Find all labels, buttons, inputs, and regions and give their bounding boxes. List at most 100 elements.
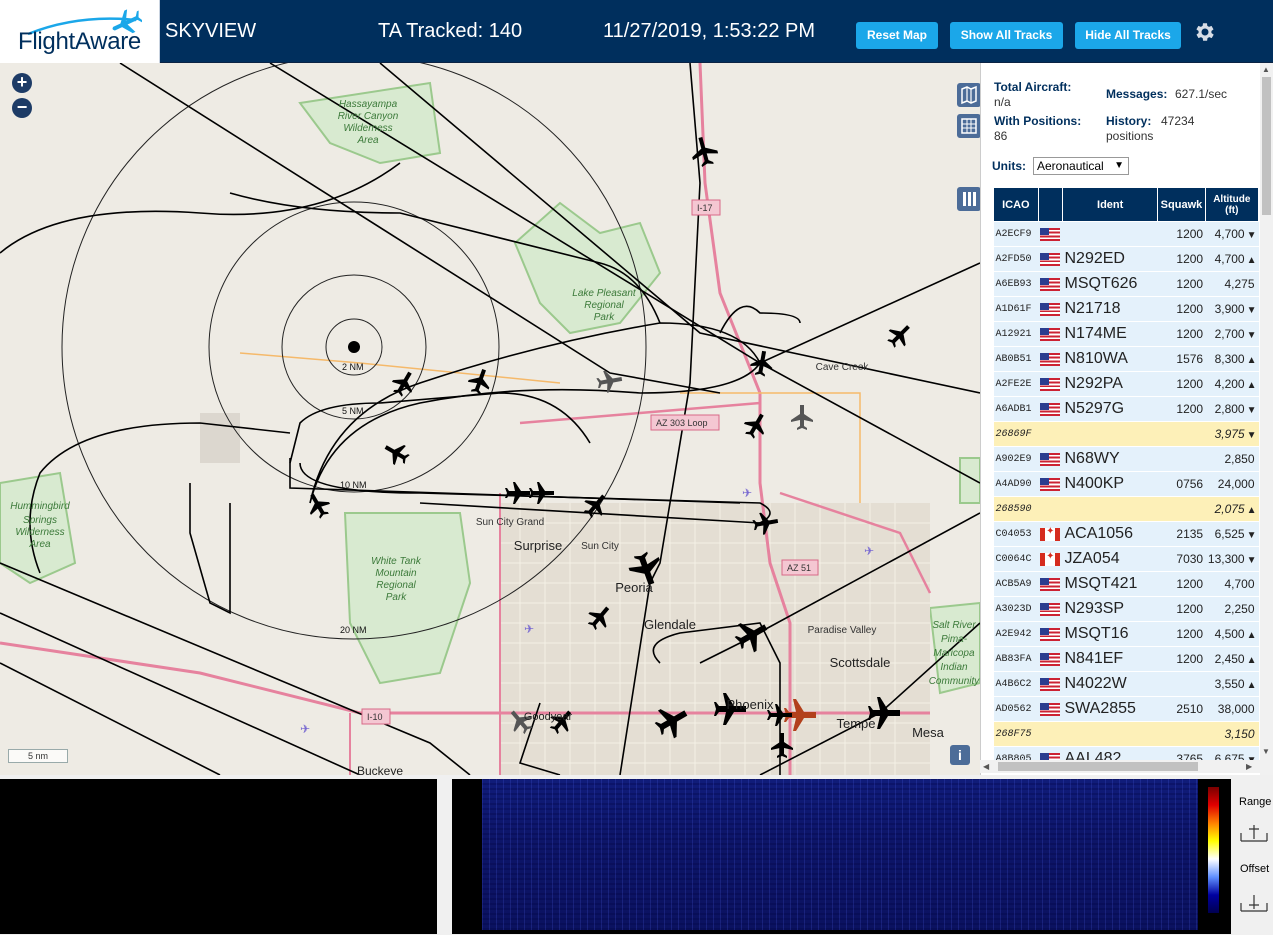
table-row[interactable]: A2E942 MSQT16 1200 4,500 ▲: [993, 621, 1259, 647]
flag-cell: [1038, 371, 1063, 397]
flightaware-logo[interactable]: FlightAware: [0, 0, 160, 63]
flag-cell: [1038, 271, 1063, 297]
zoom-out-button[interactable]: −: [12, 98, 32, 118]
offset-slider-icon[interactable]: [1239, 891, 1269, 913]
table-row[interactable]: AB83FA N841EF 1200 2,450 ▲: [993, 646, 1259, 672]
map-canvas[interactable]: ✈ ✈ ✈ ✈ 2 NM 5 NM 10 NM 20 NM Hassayampa Ri…: [0, 63, 980, 775]
svg-text:Community: Community: [929, 676, 980, 687]
scroll-down-icon[interactable]: ▼: [1262, 747, 1270, 756]
table-row[interactable]: C0064C JZA054703013,300▼: [993, 546, 1259, 572]
vertical-scrollbar[interactable]: ▲ ▼: [1260, 63, 1273, 775]
table-row[interactable]: A4AD90 N400KP 0756 24,000: [993, 471, 1259, 497]
squawk-cell: 1200: [1157, 221, 1206, 247]
altitude-cell: 24,000: [1205, 471, 1259, 497]
icao-cell: A2E942: [993, 621, 1039, 647]
table-row[interactable]: A12921 N174ME 1200 2,700 ▼: [993, 321, 1259, 347]
map-view[interactable]: ✈ ✈ ✈ ✈ 2 NM 5 NM 10 NM 20 NM Hassayampa Ri…: [0, 63, 980, 775]
svg-text:White Tank: White Tank: [371, 556, 422, 567]
units-select[interactable]: Aeronautical ▼: [1033, 157, 1129, 175]
altitude-value: 4,700: [1214, 252, 1245, 266]
us-flag-icon: [1040, 253, 1061, 267]
show-all-tracks-button[interactable]: Show All Tracks: [950, 22, 1063, 49]
col-header-flag[interactable]: [1037, 187, 1063, 222]
ident-cell: N68WY: [1062, 446, 1158, 472]
map-layers-button[interactable]: [957, 83, 980, 107]
ident-cell: N293SP: [1062, 596, 1158, 622]
altitude-cell: 2,075 ▲: [1205, 496, 1259, 522]
table-row[interactable]: C04053ACA105621356,525▼: [993, 521, 1259, 547]
icao-cell: ACB5A9: [993, 571, 1039, 597]
altitude-cell: 4,200 ▲: [1205, 371, 1259, 397]
altitude-value: 4,700: [1214, 227, 1245, 241]
table-row[interactable]: A3023D N293SP 1200 2,250: [993, 596, 1259, 622]
svg-text:Sun City: Sun City: [581, 541, 619, 552]
table-row[interactable]: 268590 2,075 ▲: [993, 496, 1259, 522]
scroll-right-icon[interactable]: ▶: [1246, 762, 1252, 771]
range-slider-icon[interactable]: [1239, 821, 1269, 843]
units-label: Units:: [992, 159, 1026, 173]
grid-button[interactable]: [957, 114, 980, 138]
col-header-ident[interactable]: Ident: [1061, 187, 1159, 222]
altitude-value: 3,150: [1224, 727, 1255, 741]
altitude-value: 4,700: [1224, 577, 1255, 591]
table-row[interactable]: A2FD50 N292ED 1200 4,700 ▲: [993, 246, 1259, 272]
flag-cell: [1038, 421, 1063, 447]
clock: 11/27/2019, 1:53:22 PM: [603, 20, 816, 42]
scroll-left-icon[interactable]: ◀: [983, 762, 989, 771]
table-row[interactable]: A4B6C2 N4022W 3,550 ▲: [993, 671, 1259, 697]
squawk-cell: 1200: [1157, 371, 1206, 397]
altitude-value: 3,550: [1214, 677, 1245, 691]
altitude-cell: 4,275: [1205, 271, 1259, 297]
columns-button[interactable]: [957, 187, 980, 211]
total-aircraft-label: Total Aircraft:: [994, 80, 1072, 94]
col-header-squawk[interactable]: Squawk: [1157, 187, 1206, 222]
flag-cell: [1038, 721, 1063, 747]
gear-icon[interactable]: [1192, 20, 1216, 44]
altitude-cell: 3,900 ▼: [1205, 296, 1259, 322]
squawk-cell: 1200: [1157, 321, 1206, 347]
svg-text:✈: ✈: [300, 722, 310, 736]
vertical-scrollbar-thumb[interactable]: [1262, 77, 1271, 215]
table-row[interactable]: 26869F 3,975 ▼: [993, 421, 1259, 447]
scroll-up-icon[interactable]: ▲: [1262, 65, 1270, 74]
ident-cell: N292ED: [1062, 246, 1158, 272]
table-row[interactable]: A6ADB1 N5297G 1200 2,800 ▼: [993, 396, 1259, 422]
zoom-in-button[interactable]: +: [12, 73, 32, 93]
altitude-cell: 4,500 ▲: [1205, 621, 1259, 647]
table-row[interactable]: AD0562 SWA2855 2510 38,000: [993, 696, 1259, 722]
ident-cell: N841EF: [1062, 646, 1158, 672]
table-row[interactable]: AB0B51 N810WA 1576 8,300 ▲: [993, 346, 1259, 372]
table-row[interactable]: ACB5A9 MSQT421 1200 4,700: [993, 571, 1259, 597]
horizontal-scrollbar-thumb[interactable]: [998, 762, 1198, 771]
table-row[interactable]: 268F75 3,150: [993, 721, 1259, 747]
icao-cell: 268590: [993, 496, 1039, 522]
svg-text:Park: Park: [386, 592, 408, 603]
col-header-altitude[interactable]: Altitude (ft): [1204, 187, 1260, 222]
us-flag-icon: [1040, 578, 1061, 592]
table-row[interactable]: A2ECF9 1200 4,700 ▼: [993, 221, 1259, 247]
ident-cell: N292PA: [1062, 371, 1158, 397]
hide-all-tracks-button[interactable]: Hide All Tracks: [1075, 22, 1181, 49]
ident-cell: MSQT16: [1062, 621, 1158, 647]
icao-cell: A2FD50: [993, 246, 1039, 272]
svg-text:Pima-: Pima-: [941, 634, 968, 645]
svg-text:✈: ✈: [524, 622, 534, 636]
table-row[interactable]: A2FE2E N292PA 1200 4,200 ▲: [993, 371, 1259, 397]
flag-cell: [1038, 446, 1063, 472]
grid-icon: [961, 118, 977, 134]
table-row[interactable]: A902E9 N68WY 2,850: [993, 446, 1259, 472]
table-row[interactable]: A1D61F N21718 1200 3,900 ▼: [993, 296, 1259, 322]
icao-cell: A2ECF9: [993, 221, 1039, 247]
messages-value: 627.1/sec: [1175, 87, 1228, 101]
signal-display: [0, 779, 437, 934]
col-header-icao[interactable]: ICAO: [993, 187, 1039, 222]
horizontal-scrollbar[interactable]: ◀ ▶: [980, 760, 1260, 773]
map-layers-icon: [961, 85, 977, 105]
svg-text:Phoenix: Phoenix: [727, 697, 774, 712]
icao-cell: 268F75: [993, 721, 1039, 747]
brand-name: FlightAware: [18, 28, 141, 55]
reset-map-button[interactable]: Reset Map: [856, 22, 938, 49]
canada-flag-icon: [1040, 551, 1061, 567]
info-button[interactable]: i: [950, 745, 970, 765]
table-row[interactable]: A6EB93 MSQT626 1200 4,275: [993, 271, 1259, 297]
